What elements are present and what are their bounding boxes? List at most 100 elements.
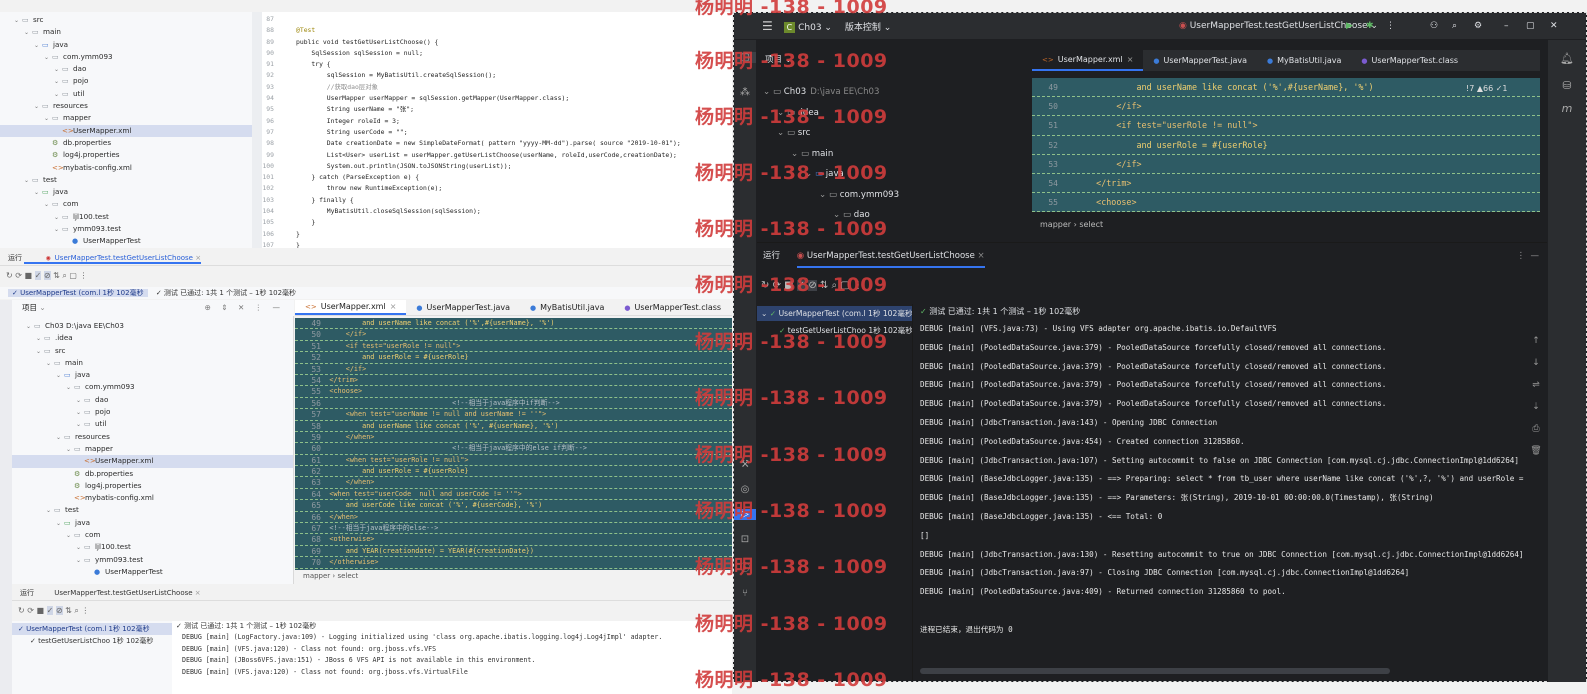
tree-item[interactable]: ⌄ ▭ src [12, 345, 293, 357]
editor-tab[interactable]: <> UserMapper.xml × [295, 300, 407, 315]
run-tab-label[interactable]: 运行 [757, 251, 780, 261]
notifications-icon[interactable]: 🔔︎ [1548, 52, 1586, 65]
tree-item[interactable]: ⌄ ▭ util [0, 88, 261, 100]
tree-item[interactable]: ⌄ ▭ test [0, 174, 261, 186]
tree-item[interactable]: ⌄ ▭ mapper [0, 112, 261, 124]
project-selector[interactable]: C Ch03 ⌄ [783, 22, 832, 33]
ignored-toggle-icon[interactable]: ⊘ [55, 606, 63, 615]
close-icon[interactable]: × [978, 251, 985, 261]
git-icon[interactable]: ⑂ [734, 588, 756, 599]
run-config-tab[interactable]: ◉ UserMapperTest.testGetUserListChoose × [796, 251, 985, 268]
structure-icon[interactable]: ⁂ [734, 87, 756, 98]
editor-tab[interactable]: <> UserMapper.xml × [1032, 50, 1144, 71]
tree-item[interactable]: ⌄ ▭ com [12, 529, 293, 541]
tree-item[interactable]: ⌄ ▭ com.ymm093 [12, 381, 293, 393]
close-icon[interactable]: × [195, 589, 201, 597]
rerun-icon[interactable]: ↻ [6, 271, 13, 280]
test-node[interactable]: ⌄ ✓ UserMapperTest (com.l 1秒 102毫秒 [757, 306, 912, 321]
stop-icon[interactable]: ■ [25, 271, 33, 280]
tree-item[interactable]: ⌄ ▭ java [12, 369, 293, 381]
tree-item[interactable]: ⌄ ▭ ljl100.test [0, 211, 261, 223]
tree-item[interactable]: <>UserMapper.xml [12, 455, 293, 468]
tree-item[interactable]: ⌄ ▭ com.ymm093 [0, 51, 261, 63]
rerun-icon[interactable]: ↻ [18, 606, 25, 615]
minimize-icon[interactable]: – [1504, 13, 1509, 39]
sort-icon[interactable]: ⇅ [53, 271, 60, 280]
tree-item[interactable]: ⌄ ▭ main [12, 357, 293, 369]
breadcrumb-item[interactable]: mapper [1040, 220, 1071, 229]
chevron-down-icon[interactable]: ⌄ [791, 149, 801, 159]
project-header-icons[interactable]: ⊕ ⇕ ✕ ⋮ — [205, 300, 284, 316]
search-icon[interactable]: ⌕ [1452, 13, 1457, 39]
editor-tab[interactable]: ● UserMapperTest.class [1351, 50, 1468, 71]
tree-item[interactable]: ⌄ ▭ Ch03 D:\java EE\Ch03 [12, 320, 293, 332]
project-label[interactable]: 项目 [22, 303, 37, 312]
maven-icon[interactable]: m [1548, 102, 1586, 115]
test-node[interactable]: ✓ UserMapperTest (com.l 1秒 102毫秒 [8, 289, 148, 297]
tree-item[interactable]: ⌄ ▭ resources [12, 431, 293, 443]
run-config-tab[interactable]: UserMapperTest.testGetUserListChoose × [36, 589, 200, 597]
import-icon[interactable]: ▢ [69, 271, 77, 280]
tree-item[interactable]: ⌄ ▭ java [12, 517, 293, 529]
tree-item[interactable]: ⌄ ▭ ymm093.test [0, 223, 261, 235]
chevron-down-icon[interactable]: ⌄ [763, 87, 773, 97]
test-child-node[interactable]: ✓ testGetUserListChoo 1秒 102毫秒 [12, 635, 172, 647]
tree-item[interactable]: ⌄ ▭ pojo [12, 406, 293, 418]
editor-tab[interactable]: ● UserMapperTest.java [1143, 50, 1257, 71]
tree-item[interactable]: ⌄ ▭ java [0, 186, 261, 198]
rerun-failed-icon[interactable]: ⟳ [27, 606, 34, 615]
user-icon[interactable]: ⚇ [1430, 13, 1438, 39]
search-icon[interactable]: ⌕ [62, 271, 66, 280]
tree-item[interactable]: ⌄ ▭ com [0, 198, 261, 210]
check-toggle-icon[interactable]: ✓ [34, 271, 42, 280]
breadcrumb-item[interactable]: select [337, 572, 358, 580]
close-window-icon[interactable]: ✕ [1550, 13, 1558, 39]
tree-item[interactable]: <>mybatis-config.xml [12, 492, 293, 504]
ignored-toggle-icon[interactable]: ⊘ [43, 271, 51, 280]
close-icon[interactable]: × [1127, 55, 1134, 64]
services-icon[interactable]: ◎ [734, 484, 756, 495]
tree-item[interactable]: ⌄ ▭ .idea [12, 332, 293, 344]
console-h-scrollbar[interactable] [920, 668, 1390, 674]
clear-icon[interactable]: 🗑︎ [1526, 440, 1546, 462]
tree-item[interactable]: ⚙ log4j.properties [0, 149, 261, 161]
maximize-icon[interactable]: ▢ [1526, 13, 1535, 39]
search-icon[interactable]: ⌕ [74, 606, 78, 615]
run-config-tab[interactable]: ◉ UserMapperTest.testGetUserListChoose × [24, 254, 202, 264]
tree-item[interactable]: ⌄ ▭ mapper [12, 443, 293, 455]
tree-item[interactable]: ⚙ db.properties [0, 137, 261, 149]
database-icon[interactable]: ⛁ [1548, 79, 1586, 92]
vcs-selector[interactable]: 版本控制 ⌄ [845, 23, 891, 33]
editor-tab[interactable]: ● UserMapperTest.class [614, 300, 731, 315]
tree-item[interactable]: ⌄ ▭ Ch03 D:\java EE\Ch03 [757, 82, 1031, 103]
tree-item[interactable]: ⌄ ▭ dao [0, 63, 261, 75]
top-left-code-editor[interactable]: 87 88 @Test 89 public void testGetUserListCh… [262, 12, 732, 248]
settings-icon[interactable]: ⚙ [1474, 13, 1482, 39]
chevron-down-icon[interactable]: ⌄ [39, 303, 45, 312]
breadcrumb-item[interactable]: select [1079, 220, 1103, 229]
run-icon[interactable]: ▶ [1346, 13, 1353, 39]
right-xml-editor[interactable]: 49 and userName like concat ('%',#{userN… [1032, 78, 1540, 212]
rerun-failed-icon[interactable]: ⟳ [15, 271, 22, 280]
tree-item[interactable]: <>mybatis-config.xml [0, 162, 261, 174]
tree-item[interactable]: ⌄ ▭ pojo [0, 75, 261, 87]
tree-item[interactable]: ⌄ ▭ resources [0, 100, 261, 112]
tree-item[interactable]: <>UserMapper.xml [0, 124, 261, 137]
check-toggle-icon[interactable]: ✓ [46, 606, 54, 615]
chevron-down-icon[interactable]: ⌄ [777, 128, 787, 138]
tree-item[interactable]: ⌄ ▭ dao [12, 394, 293, 406]
sort-icon[interactable]: ⇅ [65, 606, 72, 615]
scroll-down-icon[interactable]: ↓ [1526, 352, 1546, 374]
tree-item[interactable]: ⌄ ▭ main [0, 26, 261, 38]
scroll-up-icon[interactable]: ↑ [1526, 330, 1546, 352]
editor-tab[interactable]: ● MyBatisUtil.java [1257, 50, 1351, 71]
run-tab-label[interactable]: 运行 [12, 589, 34, 597]
more-icon[interactable]: ⋮ [1386, 13, 1395, 39]
minimize-panel-icon[interactable]: — [1531, 243, 1540, 268]
stop-icon[interactable]: ■ [37, 606, 45, 615]
tree-item[interactable]: ⌄ ▭ test [12, 504, 293, 516]
debug-icon[interactable]: ✱ [1366, 13, 1374, 39]
editor-tab[interactable]: ● UserMapperTest.java [406, 300, 520, 315]
breadcrumb-item[interactable]: mapper [303, 572, 330, 580]
print-icon[interactable]: ⎙ [1526, 418, 1546, 440]
